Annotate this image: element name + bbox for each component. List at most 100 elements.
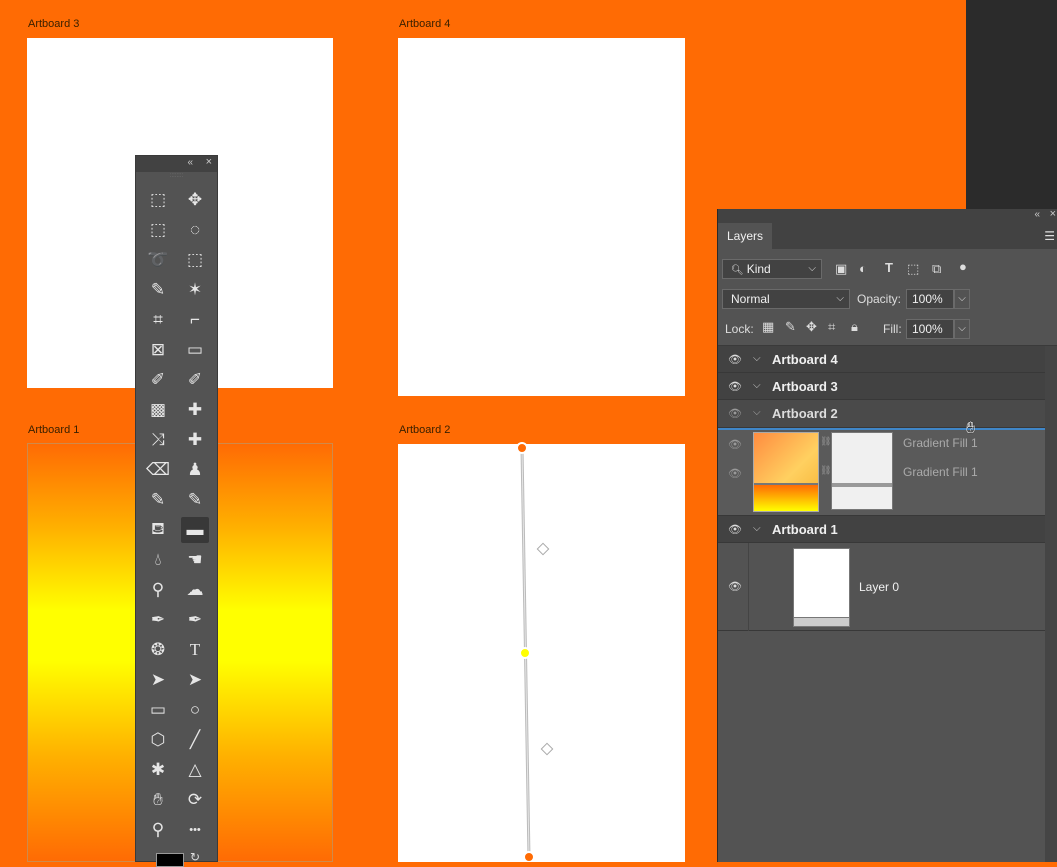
link-icon[interactable]: ⛓︎ xyxy=(820,465,831,476)
expand-chevron-icon[interactable]: ⌵ xyxy=(753,353,761,364)
move-tool-icon[interactable]: ✥ xyxy=(181,187,209,213)
visibility-eye-icon[interactable]: 👁︎ xyxy=(728,438,742,451)
object-select-icon[interactable]: ⬚ xyxy=(181,247,209,273)
tools-panel[interactable]: « × :::::::: ⬚ ✥ ⬚ ◌ ➰ ⬚ ✎ ✶ ⌗ ⌐ ⊠ ▭ ✐ ✐ ▩ ✚ ⤨ ✚ ⌫ ♟ ✎ ✎ ⛾ ▬ 💧︎ ☚… xyxy=(135,155,218,867)
content-aware-move-icon[interactable]: ⤨ xyxy=(144,427,172,453)
eyedropper-icon[interactable]: ✐ xyxy=(181,367,209,393)
gradient-stop-mid[interactable] xyxy=(519,647,531,659)
gradient-stop-end[interactable] xyxy=(523,851,535,862)
layer-group-gradient-fills[interactable]: 👁︎ 👁︎ ⛓︎ ⛓︎ Gradient Fill 1 Gradient Fil… xyxy=(718,430,1045,516)
3d-icon[interactable]: ❂ xyxy=(144,637,172,663)
layer-row-artboard-2[interactable]: 👁︎ ⌵ Artboard 2 xyxy=(718,400,1045,428)
polygon-icon[interactable]: ⬡ xyxy=(144,727,172,753)
panel-menu-icon[interactable]: ☰ xyxy=(1044,229,1055,243)
smudge-icon[interactable]: ☚ xyxy=(181,547,209,573)
layer-row-artboard-3[interactable]: 👁︎ ⌵ Artboard 3 xyxy=(718,373,1045,400)
magic-wand-icon[interactable]: ✶ xyxy=(181,277,209,303)
smart-object-filter-icon[interactable]: ⧉ xyxy=(932,261,941,277)
blur-icon[interactable]: 💧︎ xyxy=(144,547,172,573)
adjustment-filter-icon[interactable]: ◐ xyxy=(859,261,867,276)
clone-stamp-icon[interactable]: ♟ xyxy=(181,457,209,483)
expand-chevron-icon[interactable]: ⌵ xyxy=(753,380,761,391)
ellipse-marquee-icon[interactable]: ◌ xyxy=(181,217,209,243)
layer-row-artboard-1[interactable]: 👁︎ ⌵ Artboard 1 xyxy=(718,516,1045,543)
type-filter-icon[interactable]: T xyxy=(885,260,893,275)
link-icon[interactable]: ⛓︎ xyxy=(820,436,831,447)
filter-kind-select[interactable]: 🔍︎ Kind ⌵ xyxy=(722,259,822,279)
hand-icon[interactable]: ✋︎ xyxy=(144,787,172,813)
visibility-eye-icon[interactable]: 👁︎ xyxy=(728,380,742,393)
lasso-icon[interactable]: ➰ xyxy=(144,247,172,273)
triangle-icon[interactable]: △ xyxy=(181,757,209,783)
sponge-icon[interactable]: ☁ xyxy=(181,577,209,603)
fill-dropdown[interactable]: ⌵ xyxy=(954,319,970,339)
ruler-icon[interactable]: ▭ xyxy=(181,337,209,363)
tab-layers[interactable]: Layers xyxy=(718,223,772,249)
pixel-filter-icon[interactable]: ▣ xyxy=(835,261,847,277)
fill-field[interactable]: 100% xyxy=(906,319,954,339)
direct-select-icon[interactable]: ➤ xyxy=(181,667,209,693)
crop-icon[interactable]: ⌐ xyxy=(181,307,209,333)
lock-artboard-icon[interactable]: ⌗ xyxy=(828,319,835,335)
visibility-eye-icon[interactable]: 👁︎ xyxy=(728,407,742,420)
gradient-midpoint-1[interactable] xyxy=(536,542,550,556)
healing-brush-icon[interactable]: ✚ xyxy=(181,397,209,423)
expand-chevron-icon[interactable]: ⌵ xyxy=(753,523,761,534)
freeform-pen-icon[interactable]: ✒ xyxy=(144,607,172,633)
gradient-midpoint-2[interactable] xyxy=(540,742,554,756)
lock-image-icon[interactable]: ✎ xyxy=(785,319,796,335)
close-icon[interactable]: × xyxy=(1050,208,1056,220)
artboard-tool-icon[interactable]: ⬚ xyxy=(144,187,172,213)
ellipse-icon[interactable]: ○ xyxy=(181,697,209,723)
pen-icon[interactable]: ✒ xyxy=(181,607,209,633)
layer-row-artboard-4[interactable]: 👁︎ ⌵ Artboard 4 xyxy=(718,346,1045,373)
perspective-crop-icon[interactable]: ⌗ xyxy=(144,307,172,333)
rectangle-icon[interactable]: ▭ xyxy=(144,697,172,723)
quick-select-icon[interactable]: ✎ xyxy=(144,277,172,303)
lock-position-icon[interactable]: ✥ xyxy=(806,319,817,335)
drag-grip[interactable]: :::::::: xyxy=(136,172,217,180)
custom-shape-icon[interactable]: ✱ xyxy=(144,757,172,783)
lock-all-icon[interactable]: 🔒︎ xyxy=(851,319,858,335)
layers-scrollbar[interactable] xyxy=(1045,346,1057,862)
brush-icon[interactable]: ✎ xyxy=(181,487,209,513)
eraser-icon[interactable]: ⌫ xyxy=(144,457,172,483)
collapse-icon[interactable]: « xyxy=(187,157,193,168)
visibility-eye-icon[interactable]: 👁︎ xyxy=(728,580,742,593)
shape-filter-icon[interactable]: ⬚ xyxy=(907,261,919,277)
patch-icon[interactable]: ✚ xyxy=(181,427,209,453)
layers-panel[interactable]: « × Layers ☰ 🔍︎ Kind ⌵ ▣ ◐ T ⬚ ⧉ ● Normal… xyxy=(717,208,1057,862)
collapse-icon[interactable]: « xyxy=(1034,209,1040,220)
zoom-icon[interactable]: ⚲ xyxy=(144,817,172,843)
dodge-icon[interactable]: ⚲ xyxy=(144,577,172,603)
paint-bucket-icon[interactable]: ⛾ xyxy=(144,517,172,543)
gradient-handle[interactable] xyxy=(0,0,700,862)
frame-icon[interactable]: ⊠ xyxy=(144,337,172,363)
spot-heal-icon[interactable]: ▩ xyxy=(144,397,172,423)
visibility-eye-icon[interactable]: 👁︎ xyxy=(728,467,742,480)
gradient-icon[interactable]: ▬ xyxy=(181,517,209,543)
filter-toggle-icon[interactable]: ● xyxy=(959,259,967,274)
type-icon[interactable]: T xyxy=(181,637,209,663)
expand-chevron-icon[interactable]: ⌵ xyxy=(753,407,761,418)
gradient-stop-start[interactable] xyxy=(516,442,528,454)
visibility-eye-icon[interactable]: 👁︎ xyxy=(728,523,742,536)
layer-row-layer-0[interactable]: 👁︎ Layer 0 xyxy=(718,543,1045,631)
tools-titlebar[interactable]: « × xyxy=(136,156,217,172)
opacity-dropdown[interactable]: ⌵ xyxy=(954,289,970,309)
close-icon[interactable]: × xyxy=(206,156,212,168)
blend-mode-select[interactable]: Normal ⌵ xyxy=(722,289,850,309)
path-select-icon[interactable]: ➤ xyxy=(144,667,172,693)
rotate-view-icon[interactable]: ⟳ xyxy=(181,787,209,813)
foreground-color-swatch[interactable] xyxy=(156,853,184,867)
lock-transparent-icon[interactable]: ▦ xyxy=(762,319,774,335)
color-sampler-icon[interactable]: ✐ xyxy=(144,367,172,393)
opacity-field[interactable]: 100% xyxy=(906,289,954,309)
search-icon: 🔍︎ xyxy=(731,265,744,276)
history-brush-icon[interactable]: ✎ xyxy=(144,487,172,513)
rect-marquee-icon[interactable]: ⬚ xyxy=(144,217,172,243)
layers-titlebar[interactable]: « × xyxy=(718,208,1057,223)
more-icon[interactable]: ••• xyxy=(181,817,209,843)
visibility-eye-icon[interactable]: 👁︎ xyxy=(728,353,742,366)
line-icon[interactable]: ╱ xyxy=(181,727,209,753)
